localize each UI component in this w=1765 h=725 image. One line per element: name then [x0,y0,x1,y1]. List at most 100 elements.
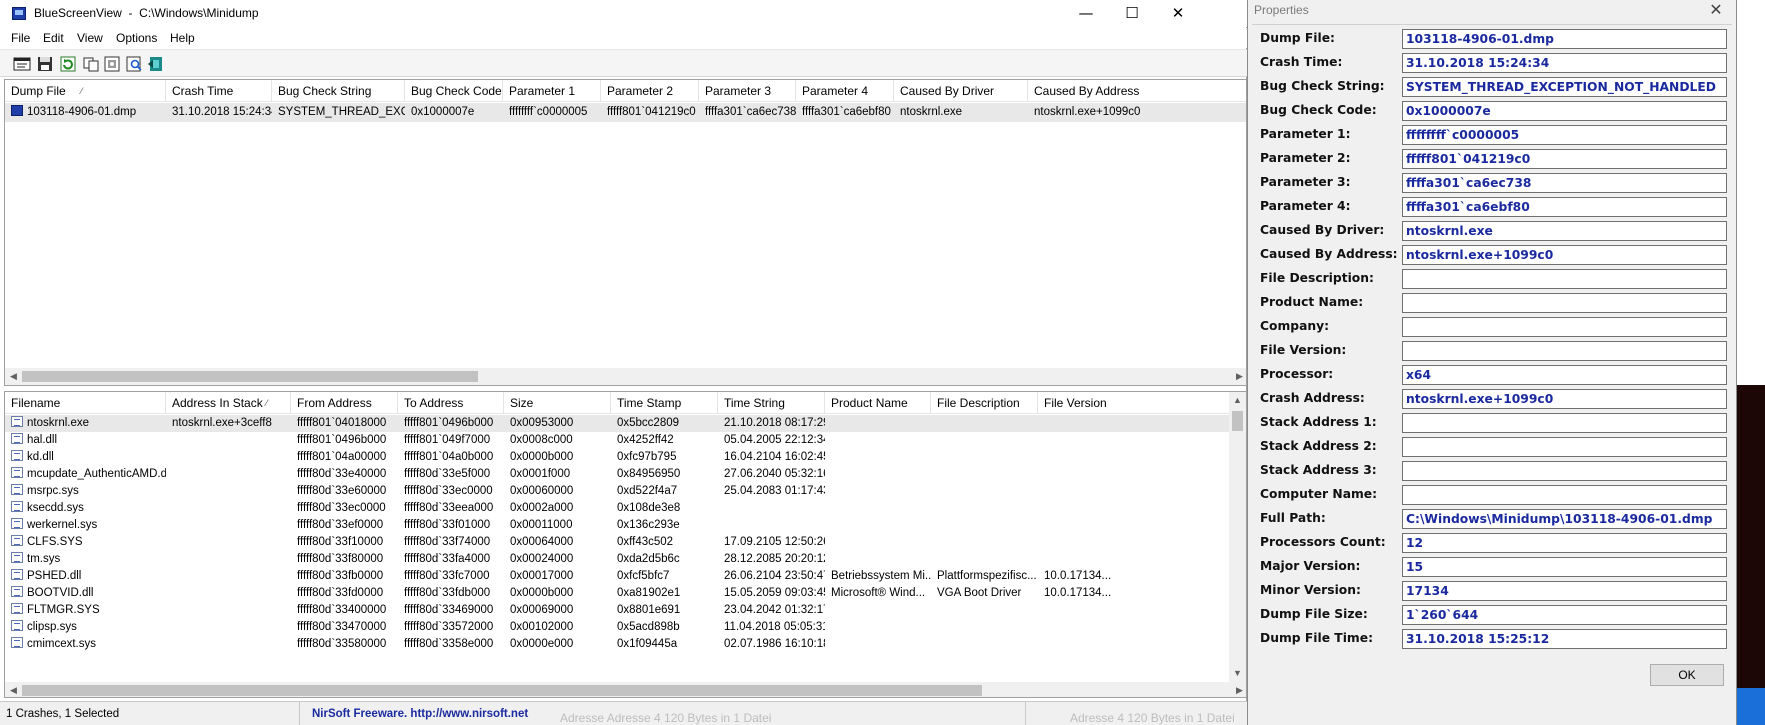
property-value-field[interactable]: fffff801`041219c0 [1402,149,1727,169]
property-value-field[interactable]: 15 [1402,557,1727,577]
column-bug-check-string[interactable]: Bug Check String [272,80,405,102]
cell-filename: mcupdate_AuthenticAMD.dll [5,466,166,483]
property-value-field[interactable] [1402,461,1727,481]
module-row[interactable]: clipsp.sys fffff80d`33470000 fffff80d`3357… [5,619,1231,636]
property-value-field[interactable]: ntoskrnl.exe+1099c0 [1402,245,1727,265]
menu-file[interactable]: File [11,31,30,45]
property-value-field[interactable]: x64 [1402,365,1727,385]
property-value-field[interactable]: SYSTEM_THREAD_EXCEPTION_NOT_HANDLED [1402,77,1727,97]
column-product-name[interactable]: Product Name [825,392,931,414]
cell-from-address: fffff80d`33f80000 [297,553,384,565]
module-row[interactable]: hal.dll fffff801`0496b000 fffff801`049f700… [5,432,1231,449]
property-value-field[interactable]: 1`260`644 [1402,605,1727,625]
module-row[interactable]: ntoskrnl.exe ntoskrnl.exe+3ceff8 fffff801`… [5,415,1231,432]
module-row[interactable]: werkernel.sys fffff80d`33ef0000 fffff80d`3… [5,517,1231,534]
find-button[interactable] [124,54,144,74]
maximize-button[interactable]: ☐ [1109,0,1155,27]
column-bug-check-code[interactable]: Bug Check Code [405,80,503,102]
column-caused-by-address[interactable]: Caused By Address [1028,80,1246,102]
column-parameter-1[interactable]: Parameter 1 [503,80,601,102]
close-button[interactable]: ✕ [1155,0,1201,27]
module-row[interactable]: mcupdate_AuthenticAMD.dll fffff80d`33e400… [5,466,1231,483]
column-time-string[interactable]: Time String [718,392,825,414]
menu-help[interactable]: Help [170,31,195,45]
column-size[interactable]: Size [504,392,611,414]
column-time-stamp[interactable]: Time Stamp [611,392,718,414]
refresh-button[interactable] [58,54,78,74]
scroll-right-icon[interactable]: ▶ [1231,368,1246,385]
property-value-field[interactable] [1402,485,1727,505]
module-row[interactable]: kd.dll fffff801`04a00000 fffff801`04a0b000… [5,449,1231,466]
column-from-address[interactable]: From Address [291,392,398,414]
property-value-field[interactable] [1402,437,1727,457]
property-value-field[interactable] [1402,317,1727,337]
column-filename[interactable]: Filename [5,392,166,414]
column-address-in-stack[interactable]: Address In Stack [166,392,291,414]
scroll-right-icon[interactable]: ▶ [1231,682,1246,697]
properties-button[interactable] [12,54,32,74]
module-row[interactable]: ksecdd.sys fffff80d`33ec0000 fffff80d`33ee… [5,500,1231,517]
menu-edit[interactable]: Edit [43,31,64,45]
property-value-field[interactable] [1402,341,1727,361]
property-value-field[interactable] [1402,413,1727,433]
title-bar[interactable]: BlueScreenView - C:\Windows\Minidump — ☐… [0,0,1247,27]
column-parameter-2[interactable]: Parameter 2 [601,80,699,102]
module-row[interactable]: tm.sys fffff80d`33f80000 fffff80d`33fa4000… [5,551,1231,568]
cell-size: 0x00060000 [510,485,574,497]
properties-dialog: Properties ✕ Dump File: 103118-4906-01.dm… [1247,0,1737,725]
module-row[interactable]: CLFS.SYS fffff80d`33f10000 fffff80d`33f740… [5,534,1231,551]
column-parameter-4[interactable]: Parameter 4 [796,80,894,102]
crash-list[interactable]: Dump File ⁄ Crash Time Bug Check String … [4,79,1247,386]
cell-time-string: 16.04.2104 16:02:45 [724,451,825,463]
properties-close-button[interactable]: ✕ [1704,0,1728,20]
property-value-field[interactable]: C:\Windows\Minidump\103118-4906-01.dmp [1402,509,1727,529]
exit-button[interactable] [146,54,166,74]
property-value-field[interactable] [1402,293,1727,313]
property-value-field[interactable]: ntoskrnl.exe+1099c0 [1402,389,1727,409]
scroll-thumb[interactable] [22,371,478,382]
property-value-field[interactable]: 103118-4906-01.dmp [1402,29,1727,49]
column-parameter-3[interactable]: Parameter 3 [699,80,796,102]
module-row[interactable]: msrpc.sys fffff80d`33e60000 fffff80d`33ec0… [5,483,1231,500]
menu-view[interactable]: View [77,31,103,45]
lower-horizontal-scrollbar[interactable]: ◀ ▶ [5,682,1246,697]
column-to-address[interactable]: To Address [398,392,504,414]
column-dump-file[interactable]: Dump File [5,80,166,102]
property-value-field[interactable]: 31.10.2018 15:24:34 [1402,53,1727,73]
property-value-field[interactable]: ffffa301`ca6ebf80 [1402,197,1727,217]
vertical-scroll-thumb[interactable] [1232,411,1243,431]
property-value-field[interactable]: 31.10.2018 15:25:12 [1402,629,1727,649]
module-row[interactable]: cmimcext.sys fffff80d`33580000 fffff80d`33… [5,636,1231,653]
property-value-field[interactable]: 17134 [1402,581,1727,601]
scroll-thumb[interactable] [22,685,982,696]
advanced-options-button[interactable] [102,54,122,74]
property-value-field[interactable]: 0x1000007e [1402,101,1727,121]
scroll-down-icon[interactable]: ▼ [1229,665,1246,682]
column-crash-time[interactable]: Crash Time [166,80,272,102]
column-caused-by-driver[interactable]: Caused By Driver [894,80,1028,102]
crash-row[interactable]: 103118-4906-01.dmp 31.10.2018 15:24:34 S… [5,103,1246,122]
upper-horizontal-scrollbar[interactable]: ◀ ▶ [5,368,1246,385]
save-button[interactable] [35,54,55,74]
scroll-left-icon[interactable]: ◀ [5,682,22,697]
module-row[interactable]: PSHED.dll fffff80d`33fb0000 fffff80d`33fc7… [5,568,1231,585]
column-file-description[interactable]: File Description [931,392,1038,414]
menu-options[interactable]: Options [116,31,157,45]
property-value-field[interactable] [1402,269,1727,289]
property-label: Dump File Size: [1260,607,1368,621]
minimize-button[interactable]: — [1063,0,1109,27]
property-value-field[interactable]: ffffa301`ca6ec738 [1402,173,1727,193]
copy-button[interactable] [81,54,101,74]
scroll-up-icon[interactable]: ▲ [1229,392,1246,409]
module-row[interactable]: BOOTVID.dll fffff80d`33fd0000 fffff80d`33f… [5,585,1231,602]
property-row: Minor Version: 17134 [1252,579,1732,603]
scroll-left-icon[interactable]: ◀ [5,368,22,385]
property-value-field[interactable]: 12 [1402,533,1727,553]
module-row[interactable]: FLTMGR.SYS fffff80d`33400000 fffff80d`3346… [5,602,1231,619]
property-value-field[interactable]: ffffffff`c0000005 [1402,125,1727,145]
ok-button[interactable]: OK [1650,664,1724,686]
lower-vertical-scrollbar[interactable]: ▲ ▼ [1229,392,1246,682]
column-file-version[interactable]: File Version [1038,392,1231,414]
property-value-field[interactable]: ntoskrnl.exe [1402,221,1727,241]
module-list[interactable]: Filename Address In Stack ⁄ From Address… [4,391,1247,698]
